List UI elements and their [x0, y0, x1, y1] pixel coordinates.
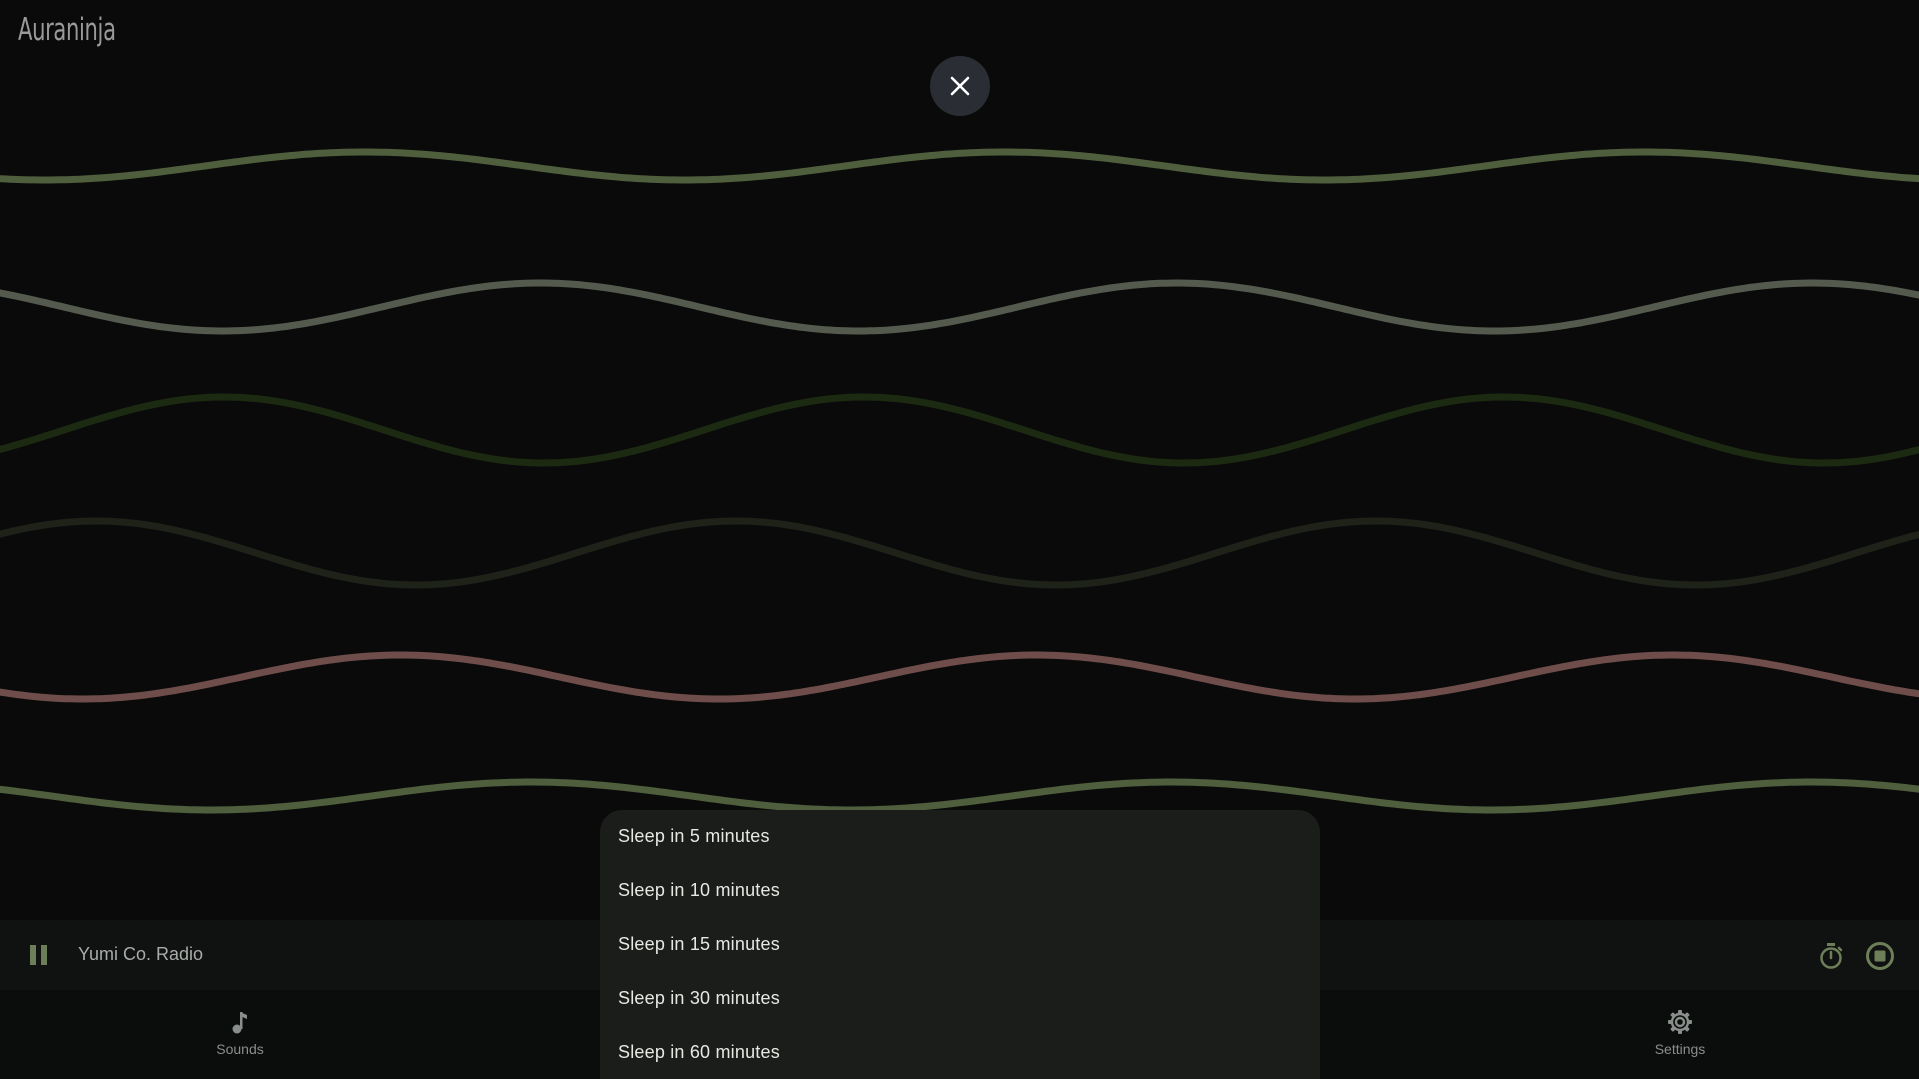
pause-icon: [30, 945, 47, 965]
close-button[interactable]: [930, 56, 990, 116]
close-icon: [950, 76, 970, 96]
wave-5: [0, 651, 1919, 703]
stop-circle-icon: [1866, 942, 1894, 970]
pause-button[interactable]: [26, 943, 52, 967]
wave-2: [0, 279, 1919, 335]
nav-label-sounds: Sounds: [216, 1041, 264, 1057]
wave-6: [0, 778, 1919, 814]
sleep-timer-button[interactable]: [1817, 941, 1845, 971]
sleep-option-5[interactable]: Sleep in 5 minutes: [618, 826, 770, 847]
current-track-title: Yumi Co. Radio: [78, 944, 204, 964]
nav-item-settings[interactable]: Settings: [1620, 1009, 1740, 1057]
gear-icon: [1668, 1010, 1692, 1034]
wave-4: [0, 517, 1919, 589]
timer-icon: [1820, 943, 1843, 969]
sleep-option-60[interactable]: Sleep in 60 minutes: [618, 1042, 780, 1063]
nav-item-sounds[interactable]: Sounds: [180, 1009, 300, 1057]
sleep-option-15[interactable]: Sleep in 15 minutes: [618, 934, 780, 955]
music-note-icon: [232, 1012, 247, 1034]
wave-3: [0, 393, 1919, 467]
stop-button[interactable]: [1864, 941, 1896, 971]
sleep-option-30[interactable]: Sleep in 30 minutes: [618, 988, 780, 1009]
wave-1: [0, 148, 1919, 184]
nav-label-settings: Settings: [1654, 1041, 1706, 1057]
sleep-option-10[interactable]: Sleep in 10 minutes: [618, 880, 780, 901]
